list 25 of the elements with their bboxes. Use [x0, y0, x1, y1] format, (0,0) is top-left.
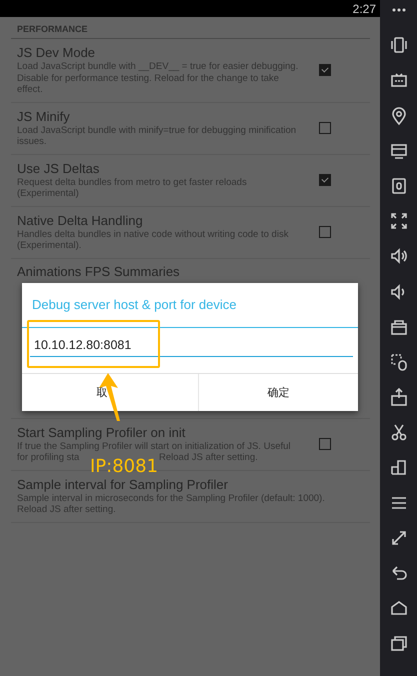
checkbox[interactable]: [319, 64, 331, 76]
setting-title: JS Dev Mode: [17, 45, 96, 61]
host-input-field[interactable]: 10.10.12.80:8081: [30, 338, 353, 357]
dialog-button[interactable]: 确定: [198, 374, 358, 411]
status-time: 2:27: [352, 2, 376, 16]
scissors-icon[interactable]: [388, 422, 408, 442]
fullscreen-icon[interactable]: [388, 211, 408, 232]
annotation-label: IP:8081: [90, 459, 158, 475]
bar-chart-icon[interactable]: [388, 457, 408, 478]
setting-title: Native Delta Handling: [17, 212, 144, 228]
setting-title: Start Sampling Profiler on init: [17, 424, 186, 440]
upload-icon[interactable]: [388, 387, 408, 408]
dialog-title: Debug server host & port for device: [22, 283, 358, 328]
checkbox[interactable]: [319, 438, 331, 450]
checkbox[interactable]: [319, 122, 331, 134]
checkbox[interactable]: [319, 174, 331, 186]
checkbox[interactable]: [319, 226, 331, 238]
setting-title: Use JS Deltas: [17, 160, 100, 176]
volume-up-icon[interactable]: [388, 246, 408, 266]
dialog-button[interactable]: 取: [22, 374, 198, 411]
recents-icon[interactable]: [388, 633, 408, 654]
setting-title: Sample interval for Sampling Profiler: [17, 476, 229, 492]
setting-title: Animations FPS Summaries: [17, 264, 181, 280]
setting-title: JS Minify: [17, 108, 71, 124]
phone-icon[interactable]: [388, 35, 408, 56]
